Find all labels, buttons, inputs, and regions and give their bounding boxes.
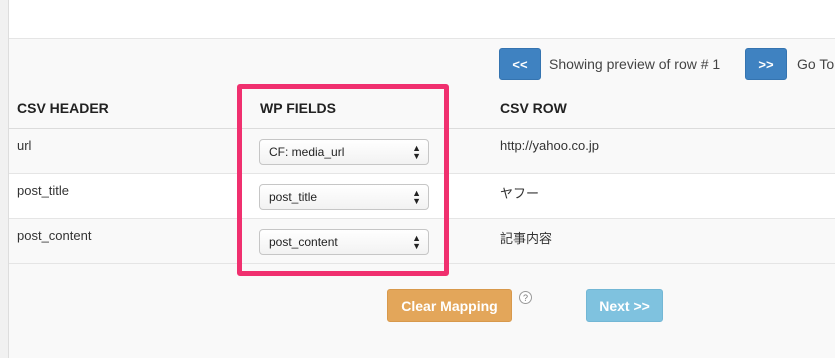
wp-field-select[interactable]: CF: media_url ▲ ▼ [259, 139, 429, 165]
column-header-wp-fields: WP FIELDS [260, 100, 336, 116]
previous-row-button[interactable]: << [499, 48, 541, 80]
table-row: post_content post_content ▲ ▼ 記事内容 [9, 219, 835, 264]
wp-field-select[interactable]: post_title ▲ ▼ [259, 184, 429, 210]
csv-header-cell: url [17, 138, 32, 153]
help-icon[interactable]: ? [519, 291, 532, 304]
wp-field-select[interactable]: post_content ▲ ▼ [259, 229, 429, 255]
csv-row-cell: 記事内容 [500, 231, 553, 246]
wp-field-select-value: post_content [269, 235, 338, 249]
go-to-label: Go To [797, 56, 835, 72]
csv-row-cell: http://yahoo.co.jp [500, 138, 600, 153]
wp-field-select-value: post_title [269, 190, 318, 204]
select-arrows-icon: ▲ ▼ [412, 233, 421, 251]
clear-mapping-button[interactable]: Clear Mapping [387, 289, 512, 322]
top-area [9, 0, 835, 39]
csv-row-cell: ヤフー [500, 186, 540, 201]
next-button[interactable]: Next >> [586, 289, 663, 322]
row-preview-nav: << Showing preview of row # 1 >> Go To [9, 48, 835, 84]
mapping-table: CSV HEADER WP FIELDS CSV ROW url CF: med… [9, 86, 835, 264]
select-arrows-icon: ▲ ▼ [412, 188, 421, 206]
select-arrows-icon: ▲ ▼ [412, 143, 421, 161]
next-row-button[interactable]: >> [745, 48, 787, 80]
csv-header-cell: post_title [17, 183, 70, 198]
row-preview-text: Showing preview of row # 1 [549, 56, 721, 72]
csv-header-cell: post_content [17, 228, 92, 243]
column-header-csv-header: CSV HEADER [17, 100, 109, 116]
admin-sidebar-edge [0, 0, 9, 358]
table-header-row: CSV HEADER WP FIELDS CSV ROW [9, 86, 835, 129]
table-row: post_title post_title ▲ ▼ ヤフー [9, 174, 835, 219]
wp-field-select-value: CF: media_url [269, 145, 345, 159]
column-header-csv-row: CSV ROW [500, 100, 567, 116]
table-row: url CF: media_url ▲ ▼ http://yahoo.co.jp [9, 129, 835, 174]
